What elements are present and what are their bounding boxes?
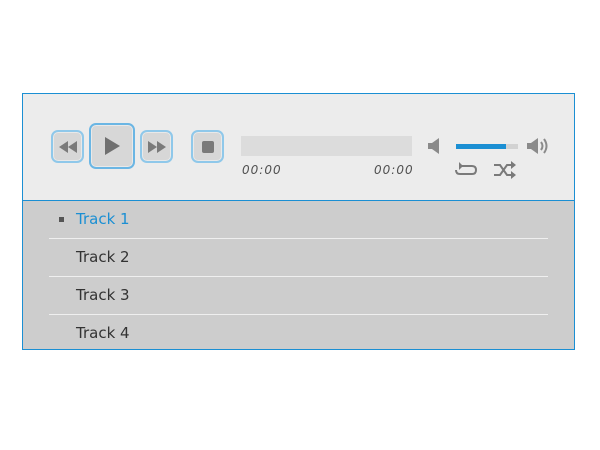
- playlist-item[interactable]: Track 1: [49, 201, 548, 239]
- track-title: Track 2: [76, 248, 130, 266]
- track-title: Track 4: [76, 324, 130, 342]
- rewind-icon: [58, 140, 77, 153]
- playlist-item[interactable]: Track 4: [49, 315, 548, 352]
- play-button[interactable]: [89, 123, 135, 169]
- shuffle-icon[interactable]: [492, 161, 518, 179]
- playlist-item[interactable]: Track 3: [49, 277, 548, 315]
- fast-forward-button[interactable]: [140, 130, 173, 163]
- track-title: Track 3: [76, 286, 130, 304]
- play-icon: [105, 137, 120, 155]
- active-track-bullet: [59, 217, 64, 222]
- volume-slider-fill: [456, 144, 506, 149]
- stop-icon: [201, 140, 214, 153]
- volume-max-icon[interactable]: [525, 135, 551, 157]
- progress-bar[interactable]: [241, 136, 412, 156]
- repeat-icon[interactable]: [453, 161, 479, 179]
- track-title: Track 1: [76, 210, 130, 228]
- playlist-item[interactable]: Track 2: [49, 239, 548, 277]
- playlist: Track 1 Track 2 Track 3 Track 4: [23, 201, 574, 352]
- audio-player: 00:00 00:00 Track 1 Track 2 Track 3 Trac…: [22, 93, 575, 350]
- stop-button[interactable]: [191, 130, 224, 163]
- volume-mute-icon[interactable]: [426, 136, 446, 156]
- current-time: 00:00: [242, 163, 282, 177]
- player-controls: 00:00 00:00: [23, 94, 574, 201]
- fast-forward-icon: [147, 140, 166, 153]
- rewind-button[interactable]: [51, 130, 84, 163]
- volume-slider[interactable]: [456, 144, 518, 149]
- duration-time: 00:00: [374, 163, 414, 177]
